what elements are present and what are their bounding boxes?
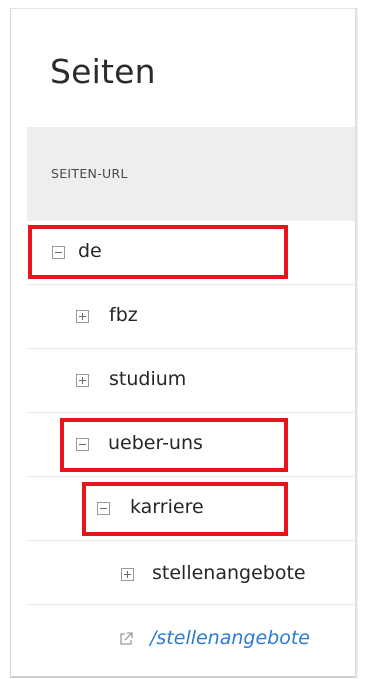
plus-square-icon[interactable]: [76, 374, 89, 387]
tree-label-stellenangebote[interactable]: stellenangebote: [152, 562, 306, 584]
page-title: Seiten: [50, 52, 156, 91]
tree-row-link: /stellenangebote: [27, 605, 355, 669]
panel-border-top: [10, 8, 356, 9]
tree-label-de[interactable]: de: [78, 240, 102, 262]
page-url-link[interactable]: /stellenangebote: [150, 627, 310, 649]
tree-row-karriere: karriere: [27, 477, 355, 541]
tree-row-de: de: [27, 221, 355, 285]
tree-label-studium[interactable]: studium: [109, 368, 186, 390]
column-header-label[interactable]: SEITEN-URL: [51, 166, 128, 181]
minus-square-icon[interactable]: [97, 502, 110, 515]
plus-square-icon[interactable]: [121, 568, 134, 581]
table-column-header: SEITEN-URL: [27, 127, 355, 221]
tree-row-studium: studium: [27, 349, 355, 413]
page-panel: Seiten SEITEN-URL de fbz studium ueber-u…: [0, 0, 370, 679]
tree-label-karriere[interactable]: karriere: [130, 496, 204, 518]
panel-border-bottom: [10, 676, 355, 678]
tree-row-ueber-uns: ueber-uns: [27, 413, 355, 477]
panel-border-right: [355, 8, 358, 678]
minus-square-icon[interactable]: [76, 438, 89, 451]
minus-square-icon[interactable]: [52, 246, 65, 259]
tree-row-fbz: fbz: [27, 285, 355, 349]
tree-row-stellenangebote: stellenangebote: [27, 541, 355, 605]
plus-square-icon[interactable]: [76, 310, 89, 323]
tree-label-fbz[interactable]: fbz: [109, 304, 138, 326]
panel-border-left: [10, 8, 11, 676]
tree-label-ueber-uns[interactable]: ueber-uns: [108, 432, 203, 454]
external-link-icon: [120, 632, 133, 645]
